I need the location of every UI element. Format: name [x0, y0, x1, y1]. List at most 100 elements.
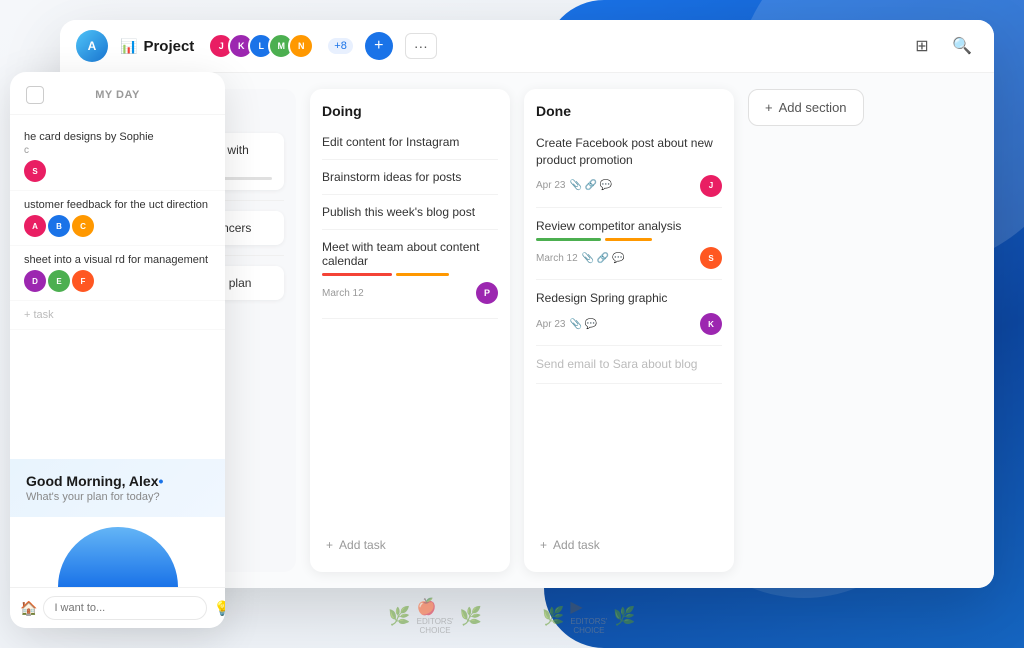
- my-day-item-2-text: ustomer feedback for the uct direction: [24, 199, 211, 211]
- chart-icon: 📊: [120, 38, 137, 55]
- done-task-1-text: Create Facebook post about new product p…: [536, 135, 722, 169]
- member-avatar-5: N: [288, 33, 314, 59]
- done-task-1-date: Apr 23: [536, 180, 565, 191]
- done-add-label: Add task: [553, 538, 600, 552]
- project-title-area: 📊 Project: [120, 38, 194, 55]
- avatar-3a: D: [24, 270, 46, 292]
- badge-group-2: 🌿 ▶ EDITORS'CHOICE 🌿: [542, 597, 636, 636]
- avatar-3c: F: [72, 270, 94, 292]
- doing-task-4-text: Meet with team about content calendar: [322, 240, 498, 268]
- add-section-button[interactable]: + Add section: [748, 89, 864, 126]
- done-task-3-text: Redesign Spring graphic: [536, 290, 722, 307]
- my-day-add-task[interactable]: + task: [10, 301, 225, 330]
- member-avatars: J K L M N: [214, 33, 314, 59]
- avatar-2a: A: [24, 215, 46, 237]
- avatar-initials: A: [88, 39, 97, 53]
- more-options-button[interactable]: ···: [405, 33, 437, 59]
- badge-1-text: EDITORS'CHOICE: [417, 617, 454, 636]
- add-section-label: Add section: [779, 100, 847, 115]
- my-day-panel: MY DAY he card designs by Sophie c S ust…: [10, 72, 225, 628]
- half-circle-graphic: [58, 527, 178, 587]
- doing-task-4[interactable]: Meet with team about content calendar Ma…: [322, 230, 498, 319]
- doing-plus-icon: +: [326, 538, 333, 552]
- doing-task-2-text: Brainstorm ideas for posts: [322, 170, 498, 184]
- doing-task-4-date: March 12: [322, 288, 364, 299]
- my-day-item-1-text: he card designs by Sophie: [24, 131, 211, 143]
- laurel-right-1: 🌿: [460, 606, 482, 627]
- search-icon[interactable]: 🔍: [946, 30, 978, 62]
- top-bar-right: ⊞ 🔍: [906, 30, 978, 62]
- my-day-header: MY DAY: [10, 72, 225, 115]
- done-plus-icon: +: [540, 538, 547, 552]
- my-day-item-1[interactable]: he card designs by Sophie c S: [10, 123, 225, 191]
- done-task-4-text: Send email to Sara about blog: [536, 356, 722, 373]
- doing-add-label: Add task: [339, 538, 386, 552]
- progress-orange: [396, 273, 449, 276]
- my-day-item-1-avatar-row: S: [24, 160, 211, 182]
- done-task-2-progress-orange: [605, 238, 652, 241]
- user-avatar: A: [76, 30, 108, 62]
- doing-task-3-text: Publish this week's blog post: [322, 205, 498, 219]
- greeting-subtext: What's your plan for today?: [26, 491, 209, 503]
- done-task-3-avatar: K: [700, 313, 722, 335]
- avatar-2c: C: [72, 215, 94, 237]
- my-day-item-3-avatars: D E F: [24, 270, 211, 292]
- done-column: Done Create Facebook post about new prod…: [524, 89, 734, 572]
- greeting-section: Good Morning, Alex• What's your plan for…: [10, 459, 225, 517]
- member-count-badge: +8: [328, 38, 353, 54]
- my-day-item-3[interactable]: sheet into a visual rd for management D …: [10, 246, 225, 301]
- done-task-1-avatar: J: [700, 175, 722, 197]
- done-task-3[interactable]: Redesign Spring graphic Apr 23 📎 💬 K: [536, 280, 722, 346]
- doing-column: Doing Edit content for Instagram Brainst…: [310, 89, 510, 572]
- project-name: Project: [143, 38, 194, 55]
- done-add-task[interactable]: + Add task: [536, 532, 722, 558]
- top-bar: A 📊 Project J K L M N +8 + ··· ⊞ 🔍: [60, 20, 994, 73]
- avatar-sophie: S: [24, 160, 46, 182]
- done-task-2-meta: March 12 📎 🔗 💬 S: [536, 247, 722, 269]
- done-task-2-date: March 12: [536, 253, 578, 264]
- badge-play-icon: ▶ EDITORS'CHOICE: [570, 597, 607, 636]
- done-task-1-icons: 📎 🔗 💬: [569, 180, 612, 191]
- doing-task-3[interactable]: Publish this week's blog post: [322, 195, 498, 230]
- my-day-items: he card designs by Sophie c S ustomer fe…: [10, 115, 225, 459]
- done-task-2-text: Review competitor analysis: [536, 218, 722, 235]
- bottom-bar: 🌿 🍎 EDITORS'CHOICE 🌿 🌿 ▶ EDITORS'CHOICE …: [0, 597, 1024, 636]
- done-task-4[interactable]: Send email to Sara about blog: [536, 346, 722, 384]
- doing-task-1-text: Edit content for Instagram: [322, 135, 498, 149]
- greeting-label: Good Morning, Alex: [26, 473, 158, 489]
- window-icon[interactable]: ⊞: [906, 30, 938, 62]
- laurel-left-1: 🌿: [388, 606, 410, 627]
- laurel-right-2: 🌿: [613, 606, 635, 627]
- my-day-item-3-text: sheet into a visual rd for management: [24, 254, 211, 266]
- laurel-left-2: 🌿: [542, 606, 564, 627]
- my-day-title: MY DAY: [95, 89, 140, 101]
- done-column-header: Done: [536, 103, 722, 119]
- doing-task-1[interactable]: Edit content for Instagram: [322, 125, 498, 160]
- avatar-3b: E: [48, 270, 70, 292]
- done-task-3-date: Apr 23: [536, 319, 565, 330]
- my-day-checkbox[interactable]: [26, 86, 44, 104]
- done-task-3-meta: Apr 23 📎 💬 K: [536, 313, 722, 335]
- doing-task-2[interactable]: Brainstorm ideas for posts: [322, 160, 498, 195]
- done-task-2-progress-green: [536, 238, 601, 241]
- done-task-2-avatar: S: [700, 247, 722, 269]
- greeting-text: Good Morning, Alex•: [26, 473, 209, 489]
- my-day-item-2-avatars: A B C: [24, 215, 211, 237]
- done-task-2-icons: 📎 🔗 💬: [582, 253, 625, 264]
- done-task-3-icons: 📎 💬: [569, 319, 597, 330]
- greeting-dot: •: [158, 473, 163, 489]
- badge-group-1: 🌿 🍎 EDITORS'CHOICE 🌿: [388, 597, 482, 636]
- done-task-1-meta: Apr 23 📎 🔗 💬 J: [536, 175, 722, 197]
- add-section-plus-icon: +: [765, 100, 773, 115]
- my-day-item-2[interactable]: ustomer feedback for the uct direction A…: [10, 191, 225, 246]
- progress-red: [322, 273, 392, 276]
- add-member-button[interactable]: +: [365, 32, 393, 60]
- doing-column-header: Doing: [322, 103, 498, 119]
- badge-apple-icon: 🍎 EDITORS'CHOICE: [417, 597, 454, 636]
- done-task-1[interactable]: Create Facebook post about new product p…: [536, 125, 722, 208]
- badge-2-text: EDITORS'CHOICE: [570, 617, 607, 636]
- doing-add-task[interactable]: + Add task: [322, 532, 498, 558]
- avatar-2b: B: [48, 215, 70, 237]
- done-task-2[interactable]: Review competitor analysis March 12 📎 🔗 …: [536, 208, 722, 281]
- my-day-item-1-sub: c: [24, 145, 211, 156]
